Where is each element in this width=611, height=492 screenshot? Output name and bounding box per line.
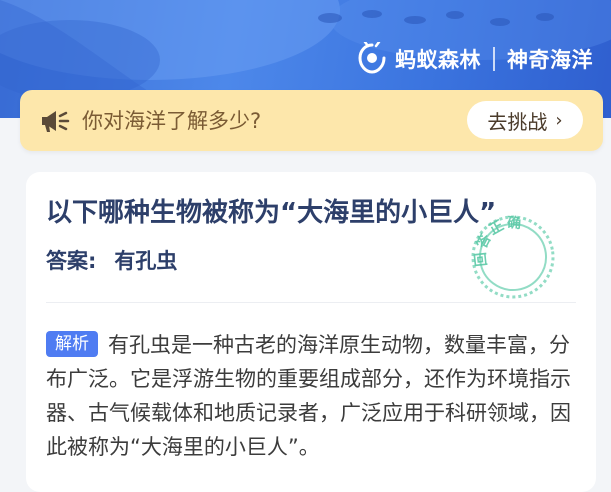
chevron-right-icon: ›: [555, 109, 563, 131]
answer-row: 答案: 有孔虫: [46, 245, 177, 275]
brand-logo: 蚂蚁森林 神奇海洋: [355, 41, 593, 77]
brand-divider: [493, 47, 495, 71]
question-title: 以下哪种生物被称为“大海里的小巨人”: [46, 198, 497, 228]
megaphone-icon: [42, 111, 70, 132]
challenge-button[interactable]: 去挑战 ›: [467, 101, 583, 139]
analysis-tag: 解析: [46, 331, 98, 357]
correct-stamp: 回答正确: [470, 214, 555, 299]
answer-label: 答案:: [46, 249, 97, 273]
quiz-banner: 你对海洋了解多少? 去挑战 ›: [20, 90, 603, 151]
divider: [46, 302, 576, 303]
stamp-text: 回答正确: [470, 214, 530, 268]
ant-logo-icon: [358, 42, 386, 74]
banner-text: 你对海洋了解多少?: [82, 109, 262, 133]
brand-name: 蚂蚁森林: [395, 48, 481, 72]
svg-text:回答正确: 回答正确: [470, 214, 530, 268]
analysis-text: 有孔虫是一种古老的海洋原生动物，数量丰富，分布广泛。它是浮游生物的重要组成部分，…: [46, 333, 571, 459]
section-name: 神奇海洋: [507, 48, 593, 72]
answer-value: 有孔虫: [114, 249, 178, 273]
analysis-section: 解析 有孔虫是一种古老的海洋原生动物，数量丰富，分布广泛。它是浮游生物的重要组成部…: [46, 328, 576, 464]
question-card: 以下哪种生物被称为“大海里的小巨人” 答案: 有孔虫 回答正确 解析 有孔虫是一种古…: [26, 172, 596, 492]
challenge-button-label: 去挑战: [487, 109, 548, 134]
